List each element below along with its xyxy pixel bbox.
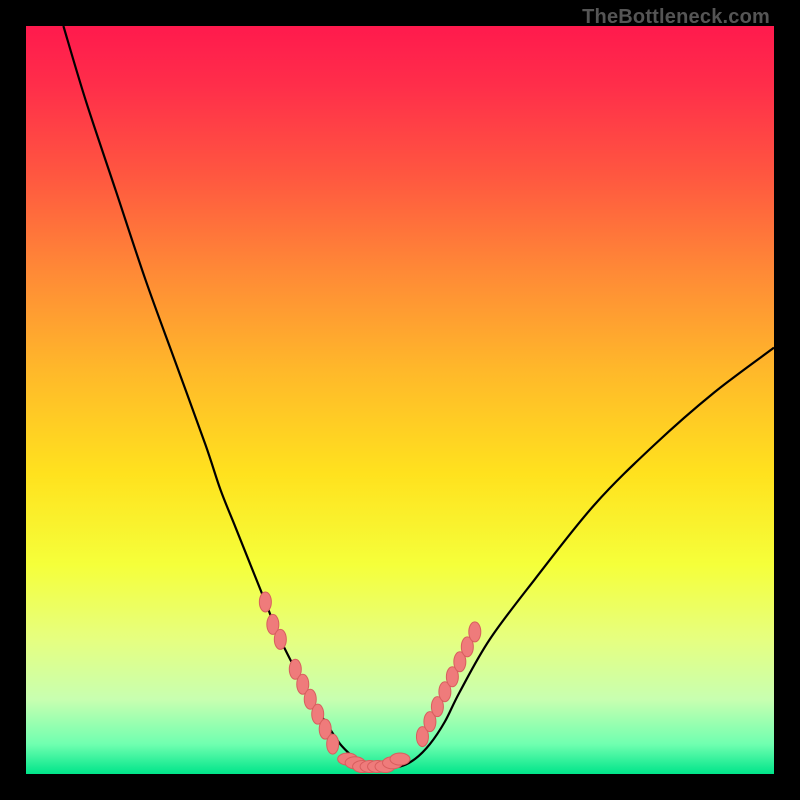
data-marker: [469, 622, 481, 642]
data-marker: [274, 629, 286, 649]
attribution-watermark: TheBottleneck.com: [582, 6, 770, 29]
chart-plot-area: [26, 26, 774, 774]
markers-left-branch: [259, 592, 338, 754]
data-marker: [259, 592, 271, 612]
markers-bottom-branch: [338, 753, 410, 772]
chart-curve-svg: [26, 26, 774, 774]
markers-right-branch: [416, 622, 480, 747]
bottleneck-curve: [63, 26, 774, 767]
data-marker: [390, 753, 410, 765]
data-marker: [327, 734, 339, 754]
